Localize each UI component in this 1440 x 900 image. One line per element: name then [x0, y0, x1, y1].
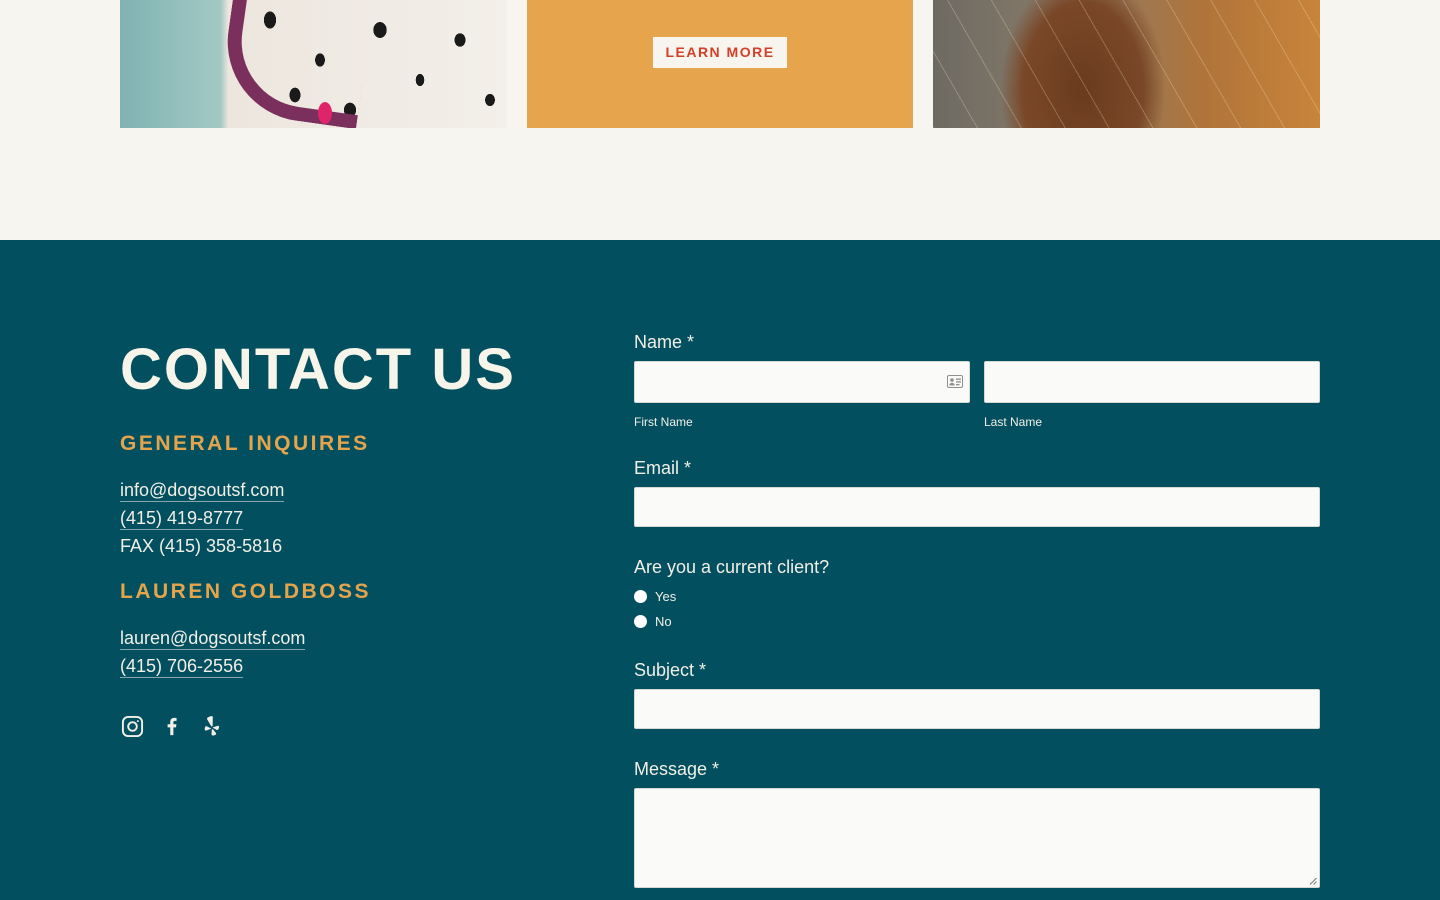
message-textarea[interactable] — [634, 788, 1320, 888]
lauren-phone-link[interactable]: (415) 706-2556 — [120, 656, 244, 678]
last-name-label: Last Name — [984, 415, 1043, 429]
contact-title: CONTACT US — [120, 337, 516, 402]
email-input[interactable] — [634, 487, 1320, 527]
radio-label: Yes — [655, 589, 677, 604]
message-label: Message * — [634, 759, 720, 779]
social-links — [120, 714, 224, 738]
general-phone-link[interactable]: (415) 419-8777 — [120, 508, 244, 530]
last-name-input[interactable] — [984, 361, 1320, 403]
radio-button[interactable] — [634, 615, 647, 628]
first-name-input[interactable] — [634, 361, 970, 403]
client-option-no[interactable]: No — [634, 614, 672, 629]
radio-label: No — [655, 614, 672, 629]
resize-handle-icon[interactable] — [1309, 877, 1317, 885]
email-label: Email * — [634, 458, 692, 478]
client-option-yes[interactable]: Yes — [634, 589, 676, 604]
client-question-label: Are you a current client? — [634, 557, 830, 577]
learn-more-card: LEARN MORE — [526, 0, 914, 128]
contact-card-icon — [947, 375, 963, 388]
general-inquiries-heading: GENERAL INQUIRES — [120, 432, 370, 455]
name-label: Name * — [634, 332, 695, 352]
subject-label: Subject * — [634, 660, 707, 680]
fax-number: FAX (415) 358-5816 — [120, 536, 283, 556]
lauren-heading: LAUREN GOLDBOSS — [120, 580, 372, 603]
first-name-label: First Name — [634, 415, 693, 429]
lauren-email-link[interactable]: lauren@dogsoutsf.com — [120, 628, 306, 650]
collar-tag-graphic — [318, 102, 332, 124]
dalmatian-photo[interactable] — [120, 0, 507, 128]
feature-cards: LEARN MORE — [120, 0, 1321, 128]
subject-input[interactable] — [634, 689, 1320, 729]
instagram-icon[interactable] — [120, 714, 144, 738]
radio-button[interactable] — [634, 590, 647, 603]
facebook-icon[interactable] — [160, 714, 184, 738]
general-email-link[interactable]: info@dogsoutsf.com — [120, 480, 285, 502]
contact-section: CONTACT US GENERAL INQUIRES info@dogsout… — [0, 240, 1440, 900]
learn-more-button[interactable]: LEARN MORE — [653, 36, 787, 68]
yelp-icon[interactable] — [200, 714, 224, 738]
collar-graphic — [217, 0, 373, 128]
brown-dog-photo[interactable] — [933, 0, 1321, 128]
